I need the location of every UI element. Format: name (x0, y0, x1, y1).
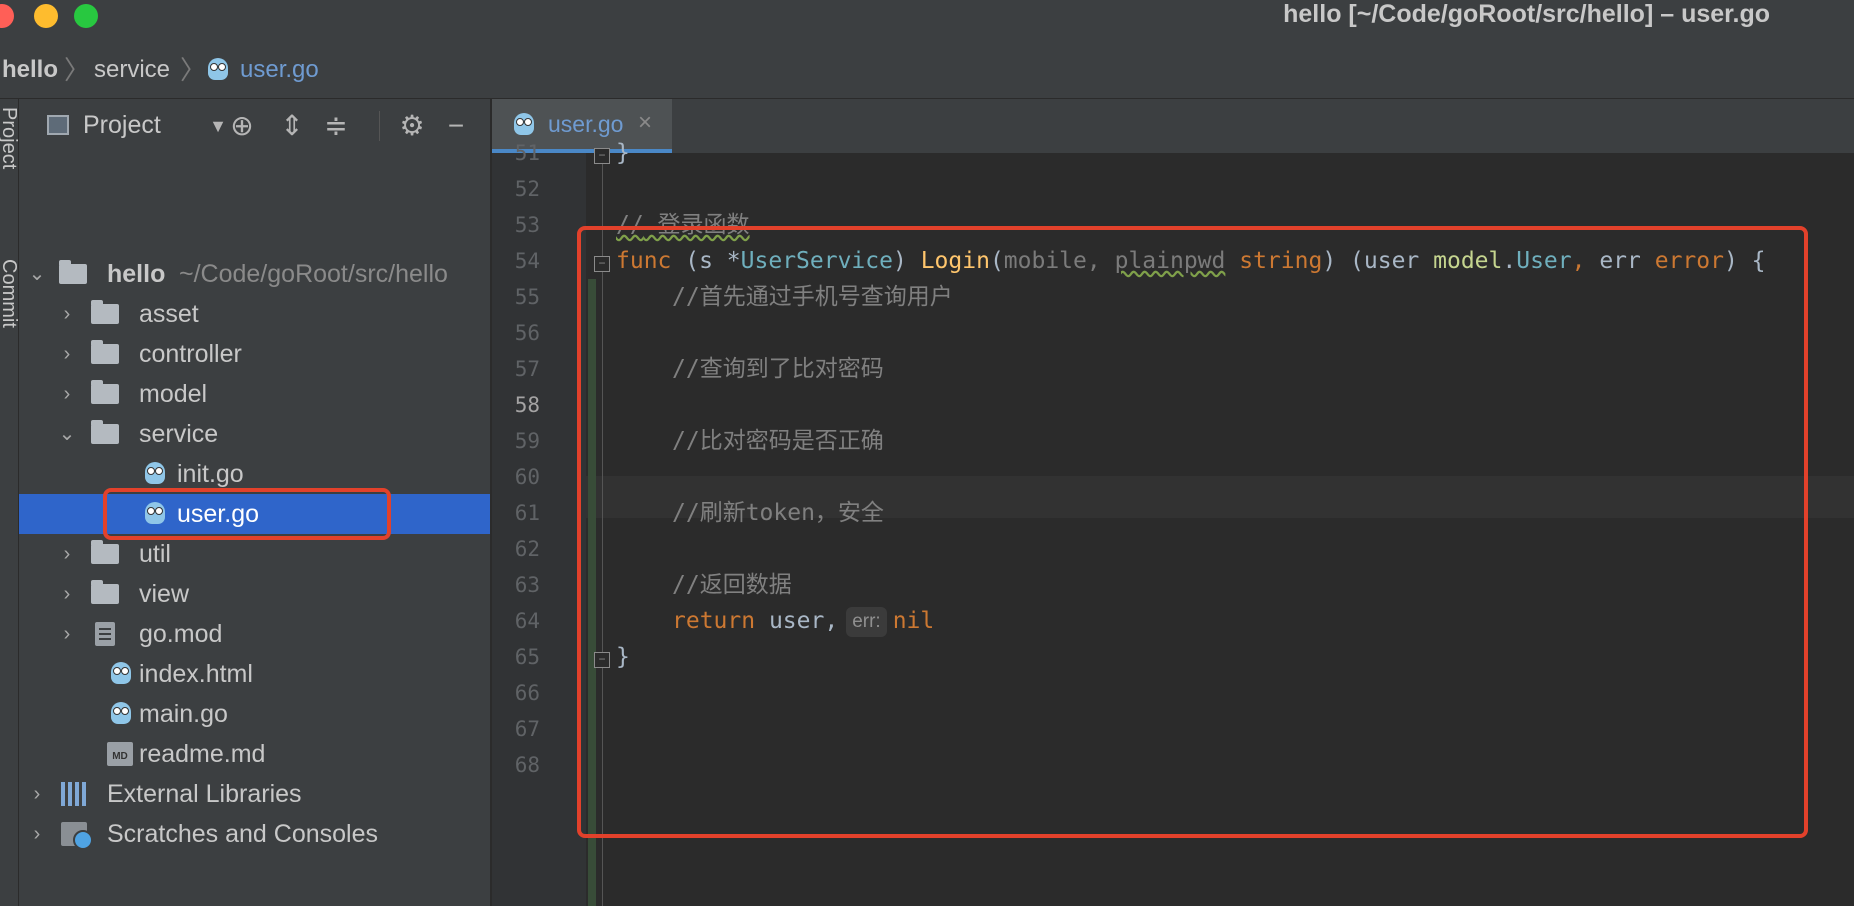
project-panel-title[interactable]: Project (83, 111, 161, 140)
project-panel: Project ▼ ⊕ ⇕ ≑ ⚙ − ⌄ hello ~/Code/goRoo… (19, 99, 490, 906)
tree-root-hello[interactable]: ⌄ hello ~/Code/goRoot/src/hello (19, 254, 490, 294)
tree-item-label: Scratches and Consoles (107, 820, 378, 848)
tree-item-label: service (139, 420, 219, 448)
tree-item-index-html[interactable]: index.html (19, 654, 490, 694)
tree-item-model[interactable]: › model (19, 374, 490, 414)
go-template-icon (111, 662, 131, 684)
folder-icon (91, 540, 119, 564)
tree-item-label: External Libraries (107, 780, 302, 808)
annotation-highlight-box (103, 488, 391, 540)
chevron-right-icon[interactable]: › (57, 334, 77, 374)
tree-item-label: view (139, 580, 190, 608)
tree-item-asset[interactable]: › asset (19, 294, 490, 334)
folder-icon (91, 300, 119, 324)
file-icon (95, 622, 115, 646)
window-title: hello [~/Code/goRoot/src/hello] – user.g… (1283, 0, 1770, 28)
code-line-51: } (616, 132, 630, 174)
go-file-icon (145, 462, 165, 484)
zoom-window-button[interactable] (74, 4, 98, 28)
chevron-right-icon[interactable]: › (57, 374, 77, 414)
chevron-right-icon[interactable]: › (57, 534, 77, 574)
tree-item-main-go[interactable]: main.go (19, 694, 490, 734)
tree-item-label: readme.md (139, 740, 266, 768)
chevron-right-icon[interactable]: › (57, 574, 77, 614)
breadcrumb-separator: 〉 (180, 55, 207, 85)
go-file-icon (111, 702, 131, 724)
tree-item-label: model (139, 380, 208, 408)
chevron-right-icon[interactable]: › (57, 614, 77, 654)
tool-tab-commit[interactable]: Commit (0, 259, 20, 328)
tree-item-label: main.go (139, 700, 228, 728)
tree-item-util[interactable]: › util (19, 534, 490, 574)
tree-item-label: util (139, 540, 171, 568)
project-panel-header: Project ▼ ⊕ ⇕ ≑ ⚙ − (19, 99, 490, 153)
tree-root-path: ~/Code/goRoot/src/hello (179, 260, 448, 288)
tab-label: user.go (548, 111, 624, 137)
tree-item-label: index.html (139, 660, 253, 688)
locate-icon[interactable]: ⊕ (225, 109, 259, 143)
tree-item-view[interactable]: › view (19, 574, 490, 614)
tree-item-controller[interactable]: › controller (19, 334, 490, 374)
title-bar: hello [~/Code/goRoot/src/hello] – user.g… (0, 0, 1854, 42)
tree-item-scratches[interactable]: › Scratches and Consoles (19, 814, 490, 854)
project-view-icon (47, 115, 69, 135)
breadcrumb-item-service[interactable]: service (94, 42, 170, 98)
annotation-highlight-box (577, 226, 1808, 838)
markdown-icon: MD (107, 742, 133, 766)
breadcrumb-item-user-go[interactable]: user.go (240, 42, 319, 98)
tree-item-external-libraries[interactable]: › External Libraries (19, 774, 490, 814)
tree-item-label: go.mod (139, 620, 223, 648)
chevron-right-icon[interactable]: › (27, 774, 47, 814)
chevron-down-icon[interactable]: ⌄ (57, 414, 77, 454)
editor-tab-bar: user.go × (492, 99, 1854, 154)
folder-icon (91, 340, 119, 364)
tree-root-label: hello (107, 260, 166, 288)
libraries-icon (61, 782, 89, 806)
tool-tab-project[interactable]: Project (0, 107, 20, 169)
left-tool-strip: Project Commit (0, 99, 20, 906)
hide-panel-icon[interactable]: − (439, 109, 473, 143)
minimize-window-button[interactable] (34, 4, 58, 28)
folder-icon (91, 380, 119, 404)
expand-all-icon[interactable]: ⇕ (275, 109, 309, 143)
breadcrumb: hello 〉 service 〉 user.go (0, 42, 1854, 99)
tree-item-readme-md[interactable]: MD readme.md (19, 734, 490, 774)
collapse-all-icon[interactable]: ≑ (319, 109, 353, 143)
chevron-down-icon[interactable]: ⌄ (27, 254, 47, 294)
chevron-right-icon[interactable]: › (57, 294, 77, 334)
close-window-button[interactable] (0, 4, 14, 28)
folder-icon (91, 580, 119, 604)
chevron-right-icon[interactable]: › (27, 814, 47, 854)
scratches-icon (61, 822, 93, 850)
folder-icon (59, 260, 87, 284)
code-token: } (616, 140, 630, 166)
tree-item-service[interactable]: ⌄ service (19, 414, 490, 454)
go-file-icon (208, 58, 228, 80)
close-tab-icon[interactable]: × (638, 109, 652, 137)
breadcrumb-item-hello[interactable]: hello (2, 42, 58, 98)
tree-item-label: controller (139, 340, 242, 368)
breadcrumb-separator: 〉 (64, 55, 91, 85)
gear-icon[interactable]: ⚙ (395, 109, 429, 143)
toolbar-divider (379, 111, 380, 141)
tree-item-label: asset (139, 300, 199, 328)
tree-item-go-mod[interactable]: › go.mod (19, 614, 490, 654)
folder-icon (91, 420, 119, 444)
